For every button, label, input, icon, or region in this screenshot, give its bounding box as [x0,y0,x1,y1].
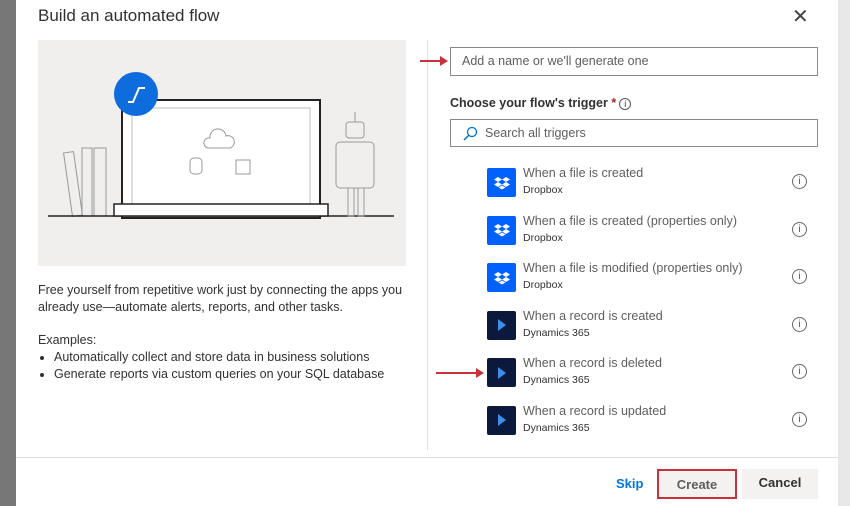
trigger-connector: Dropbox [523,231,563,244]
info-icon[interactable]: i [792,174,807,189]
info-icon[interactable]: i [792,316,807,332]
examples-label: Examples: [38,333,97,347]
required-marker: * [611,96,617,110]
trigger-connector: Dynamics 365 [523,326,590,339]
info-icon[interactable]: i [792,411,807,427]
trigger-item[interactable]: When a file is created Dropbox i [486,166,826,206]
trigger-title: When a record is deleted [523,356,662,370]
trigger-connector: Dropbox [523,184,563,196]
flow-illustration [38,40,406,266]
dropbox-icon [487,263,516,292]
info-icon[interactable]: i [619,98,632,110]
search-icon [463,126,478,141]
trigger-connector: Dropbox [523,279,563,291]
info-icon[interactable]: i [792,364,807,379]
trigger-label: Choose your flow's trigger * i [450,96,632,110]
trigger-title: When a file is created (properties only) [523,213,737,228]
create-button[interactable]: Create [657,469,737,499]
trigger-search-input[interactable]: Search all triggers [450,119,818,147]
flow-name-input[interactable]: Add a name or we'll generate one [450,47,818,76]
info-icon[interactable]: i [792,269,807,284]
dropbox-icon [487,215,516,245]
close-icon[interactable]: ✕ [792,4,809,29]
dropbox-icon [487,168,516,197]
background-page [838,0,850,506]
trigger-connector: Dynamics 365 [523,421,590,434]
dynamics-icon [487,358,516,387]
trigger-item[interactable]: When a record is deleted Dynamics 365 i [486,356,826,396]
trigger-label-text: Choose your flow's trigger [450,96,608,110]
dynamics-icon [487,405,516,435]
dynamics-icon [487,310,516,340]
trigger-item[interactable]: When a record is created Dynamics 365 i [486,309,826,349]
trigger-title: When a record is updated [523,403,667,418]
search-placeholder: Search all triggers [485,126,586,140]
build-flow-dialog: Build an automated flow ✕ Free yourself … [16,0,838,506]
divider [427,40,428,450]
dialog-title: Build an automated flow [38,6,220,25]
cancel-button[interactable]: Cancel [742,469,818,499]
trigger-title: When a file is created [523,166,644,180]
example-item: Automatically collect and store data in … [54,349,408,366]
description-text: Free yourself from repetitive work just … [38,283,403,314]
trigger-title: When a file is modified (properties only… [523,261,743,275]
trigger-item[interactable]: When a record is updated Dynamics 365 i [486,404,826,444]
trigger-item[interactable]: When a file is modified (properties only… [486,261,826,301]
example-item: Generate reports via custom queries on y… [54,366,408,383]
flow-description: Free yourself from repetitive work just … [38,282,408,383]
skip-button[interactable]: Skip [616,476,643,491]
trigger-connector: Dynamics 365 [523,374,590,386]
info-icon[interactable]: i [792,221,807,237]
footer-divider [16,457,838,458]
trigger-item[interactable]: When a file is created (properties only)… [486,214,826,254]
annotation-arrow [436,368,484,378]
trigger-title: When a record is created [523,308,663,323]
annotation-arrow [420,56,448,66]
